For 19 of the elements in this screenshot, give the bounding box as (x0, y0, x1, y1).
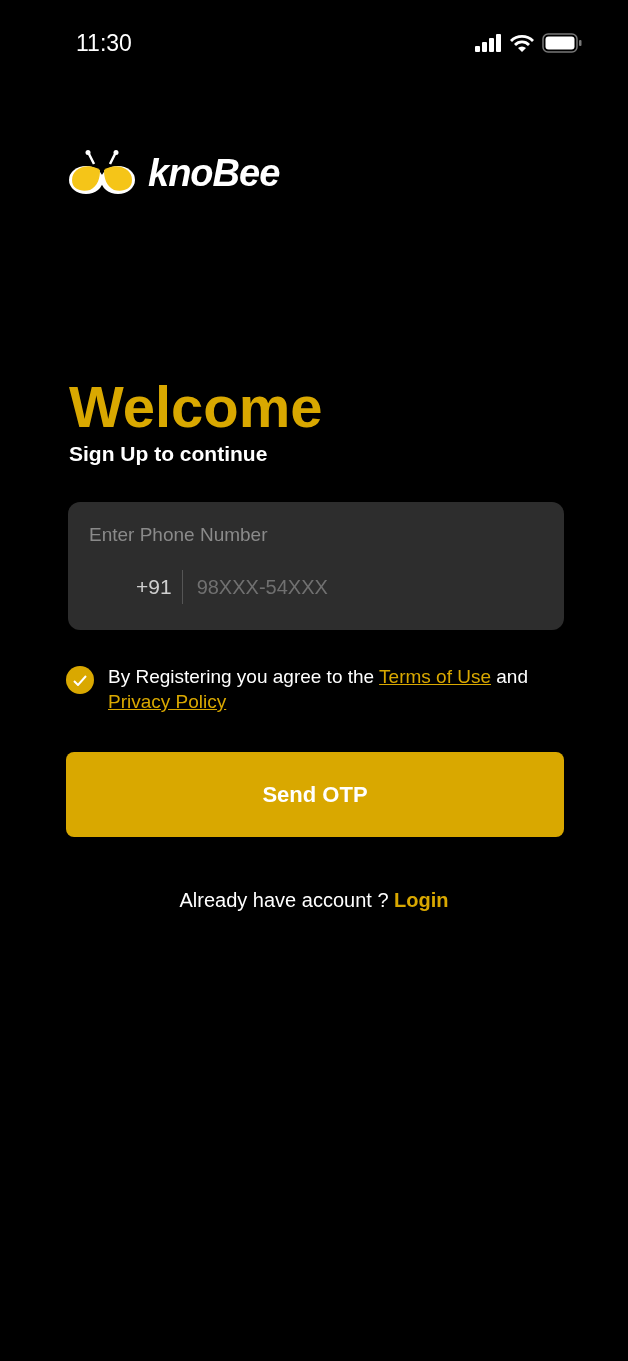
welcome-title: Welcome (69, 376, 323, 438)
consent-checkbox[interactable] (66, 666, 94, 694)
bee-logo-icon (68, 150, 136, 196)
terms-link[interactable]: Terms of Use (379, 666, 491, 687)
country-code: +91 (136, 574, 173, 601)
signal-icon (475, 34, 502, 52)
wifi-icon (510, 34, 534, 52)
login-link[interactable]: Login (394, 889, 449, 911)
consent-text: By Registering you agree to the Terms of Use and Privacy Policy (108, 665, 529, 714)
login-prompt: Already have account ? Login (178, 888, 450, 913)
field-label: Enter Phone Number (89, 523, 268, 547)
subtitle: Sign Up to continue (69, 441, 268, 467)
check-icon (73, 674, 87, 686)
brand-wordmark: knoBee (148, 154, 280, 192)
privacy-link[interactable]: Privacy Policy (108, 691, 227, 712)
battery-icon (542, 33, 582, 53)
phone-input[interactable]: 98XXX-54XXX (196, 572, 497, 602)
status-time: 11:30 (76, 28, 132, 58)
phone-field[interactable]: Enter Phone Number +91 98XXX-54XXX (68, 502, 564, 630)
